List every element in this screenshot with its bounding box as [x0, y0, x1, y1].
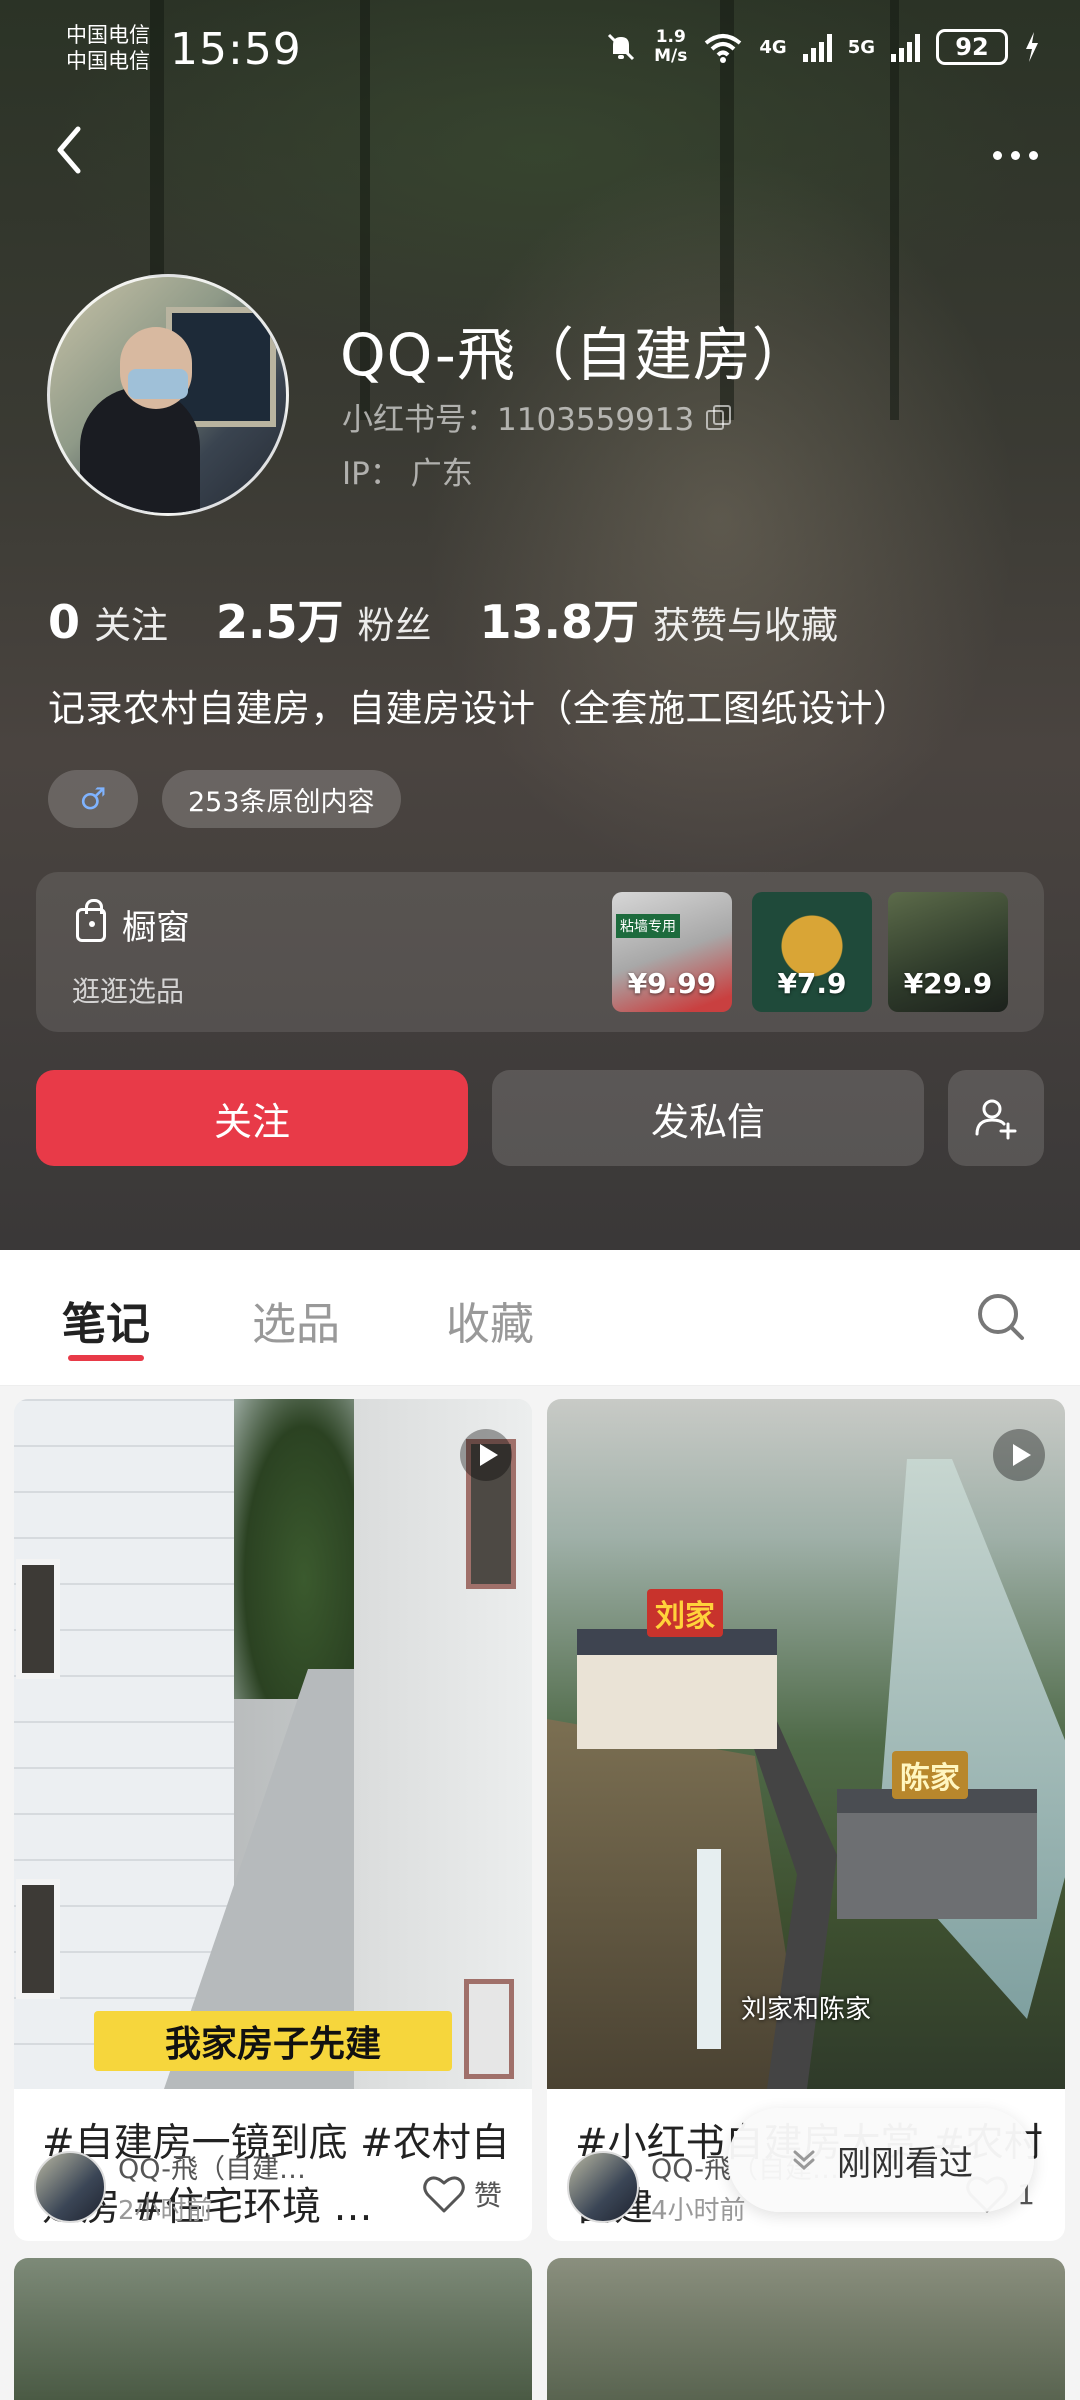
cover-sign: 陈家 — [892, 1751, 968, 1799]
note-card[interactable] — [14, 2258, 532, 2400]
status-icons: 1.9 M/s 4G 5G 92 — [604, 28, 1040, 66]
product-price: ¥9.99 — [627, 967, 717, 1000]
follow-button[interactable]: 关注 — [36, 1070, 468, 1166]
profile-tags: ♂ 253条原创内容 — [48, 770, 401, 828]
stat-likes-collects[interactable]: 13.8万 获赞与收藏 — [480, 586, 839, 652]
shop-product-thumb[interactable]: 粘墙专用 ¥9.99 — [612, 892, 732, 1012]
cover-sign: 刘家 — [647, 1589, 723, 1637]
chevron-down-icon — [793, 2150, 815, 2171]
author-name: QQ-飛（自建… — [118, 2154, 306, 2185]
note-author[interactable]: QQ-飛（自建… 2小时前 — [34, 2147, 338, 2227]
network-type: 5G — [847, 36, 875, 58]
stat-followers[interactable]: 2.5万 粉丝 — [216, 586, 432, 652]
cover-caption: 刘家和陈家 — [740, 1995, 871, 2025]
status-time: 15:59 — [170, 24, 302, 75]
profile-header: 中国电信 中国电信 15:59 1.9 M/s 4G 5G 92 QQ-飛（自建… — [0, 0, 1080, 1250]
shop-product-thumb[interactable]: ¥7.9 — [752, 892, 872, 1012]
post-time: 2小时前 — [118, 2196, 213, 2226]
more-button[interactable] — [980, 130, 1050, 180]
signal-icon — [802, 32, 832, 62]
shop-product-thumb[interactable]: ¥29.9 — [888, 892, 1008, 1012]
carrier-label: 中国电信 — [66, 23, 150, 47]
more-dots-icon — [992, 150, 1002, 160]
signal-icon — [891, 32, 920, 62]
mute-icon — [608, 33, 635, 61]
stat-following[interactable]: 0 关注 — [48, 595, 168, 649]
like-button[interactable]: 赞 — [422, 2174, 502, 2214]
message-button[interactable]: 发私信 — [492, 1070, 924, 1166]
profile-bio: 记录农村自建房，自建房设计（全套施工图纸设计） — [48, 687, 911, 730]
profile-nickname: QQ-飛（自建房） — [340, 321, 811, 389]
product-price: ¥7.9 — [777, 967, 847, 1000]
copy-icon[interactable] — [706, 404, 732, 430]
play-icon — [993, 1429, 1045, 1481]
add-friend-button[interactable] — [948, 1070, 1044, 1166]
speed-unit: M/s — [654, 46, 688, 66]
avatar[interactable] — [47, 274, 289, 516]
cover-caption: 我家房子先建 — [94, 2011, 452, 2071]
carrier-label: 中国电信 — [66, 49, 150, 73]
ip-location: IP： 广东 — [342, 456, 473, 492]
network-type: 4G — [759, 36, 787, 58]
note-cover-image[interactable]: 我家房子先建 — [14, 1399, 532, 2089]
speed-value: 1.9 — [655, 27, 686, 47]
note-cover-image[interactable]: 刘家 陈家 刘家和陈家 — [547, 1399, 1065, 2089]
profile-stats: 0 关注 2.5万 粉丝 13.8万 获赞与收藏 — [48, 586, 886, 652]
tab-favorites[interactable]: 收藏 — [446, 1288, 534, 1352]
back-button[interactable] — [40, 115, 100, 185]
recently-viewed-button[interactable]: 刚刚看过 — [728, 2108, 1034, 2212]
wifi-icon — [705, 34, 742, 63]
shop-title: 橱窗 — [76, 898, 190, 949]
recently-viewed-label: 刚刚看过 — [837, 2143, 973, 2184]
tab-picks[interactable]: 选品 — [252, 1288, 340, 1352]
charging-icon — [1026, 32, 1038, 62]
heart-icon — [423, 2176, 465, 2213]
play-icon — [460, 1429, 512, 1481]
avatar — [34, 2151, 106, 2223]
search-button[interactable] — [974, 1290, 1030, 1346]
tab-notes[interactable]: 笔记 — [62, 1288, 150, 1352]
original-content-tag: 253条原创内容 — [162, 770, 401, 828]
shop-subtitle: 逛逛选品 — [72, 975, 185, 1008]
shop-window-card[interactable]: 橱窗 逛逛选品 粘墙专用 ¥9.99 ¥7.9 ¥29.9 — [36, 872, 1044, 1032]
search-icon — [978, 1294, 1024, 1340]
status-bar: 中国电信 中国电信 15:59 1.9 M/s 4G 5G 92 — [0, 0, 1080, 100]
product-price: ¥29.9 — [903, 967, 993, 1000]
add-user-icon — [975, 1099, 1017, 1140]
carrier-info: 中国电信 中国电信 — [66, 22, 150, 74]
note-card[interactable] — [547, 2258, 1065, 2400]
chevron-left-icon — [57, 126, 81, 174]
avatar — [567, 2151, 639, 2223]
content-tabs: 笔记 选品 收藏 — [0, 1250, 1080, 1386]
like-count: 赞 — [473, 2179, 502, 2212]
network-speed: 1.9 M/s — [654, 28, 687, 66]
gender-male-icon: ♂ — [48, 770, 138, 828]
bag-icon — [76, 898, 106, 942]
tab-indicator — [68, 1355, 144, 1361]
note-card[interactable]: 我家房子先建 #自建房一镜到底 #农村自建房 #住宅环境 … QQ-飛（自建… … — [14, 1399, 532, 2241]
battery-icon: 92 — [936, 29, 1008, 65]
redbook-id[interactable]: 小红书号：1103559913 — [342, 394, 732, 439]
redbook-id-label: 小红书号：1103559913 — [342, 402, 695, 438]
